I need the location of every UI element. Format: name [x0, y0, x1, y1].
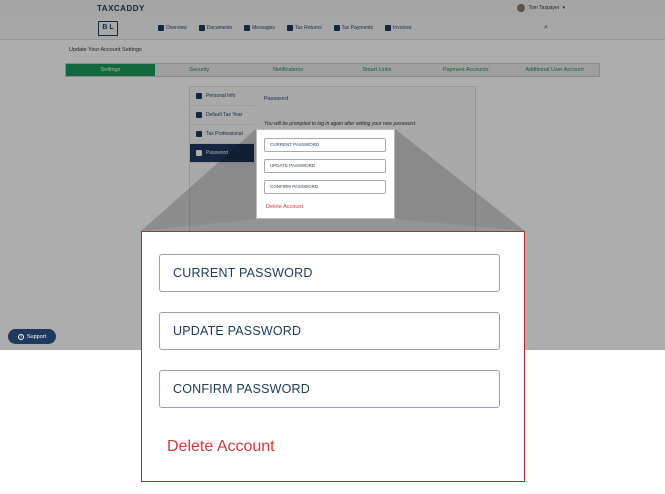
support-button[interactable]: ? Support: [8, 329, 56, 344]
support-label: Support: [26, 333, 47, 340]
update-password-field[interactable]: UPDATE PASSWORD: [159, 312, 500, 350]
delete-account-link-small[interactable]: Delete Account: [266, 204, 303, 210]
update-password-field-small[interactable]: UPDATE PASSWORD: [264, 159, 386, 173]
confirm-password-field-small[interactable]: CONFIRM PASSWORD: [264, 180, 386, 194]
help-icon: ?: [17, 333, 24, 340]
delete-account-link[interactable]: Delete Account: [167, 438, 275, 456]
current-password-field-small[interactable]: CURRENT PASSWORD: [264, 138, 386, 152]
password-form-highlight: CURRENT PASSWORD UPDATE PASSWORD CONFIRM…: [256, 129, 395, 219]
password-form-zoom: CURRENT PASSWORD UPDATE PASSWORD CONFIRM…: [141, 231, 525, 482]
current-password-field[interactable]: CURRENT PASSWORD: [159, 254, 500, 292]
confirm-password-field[interactable]: CONFIRM PASSWORD: [159, 370, 500, 408]
